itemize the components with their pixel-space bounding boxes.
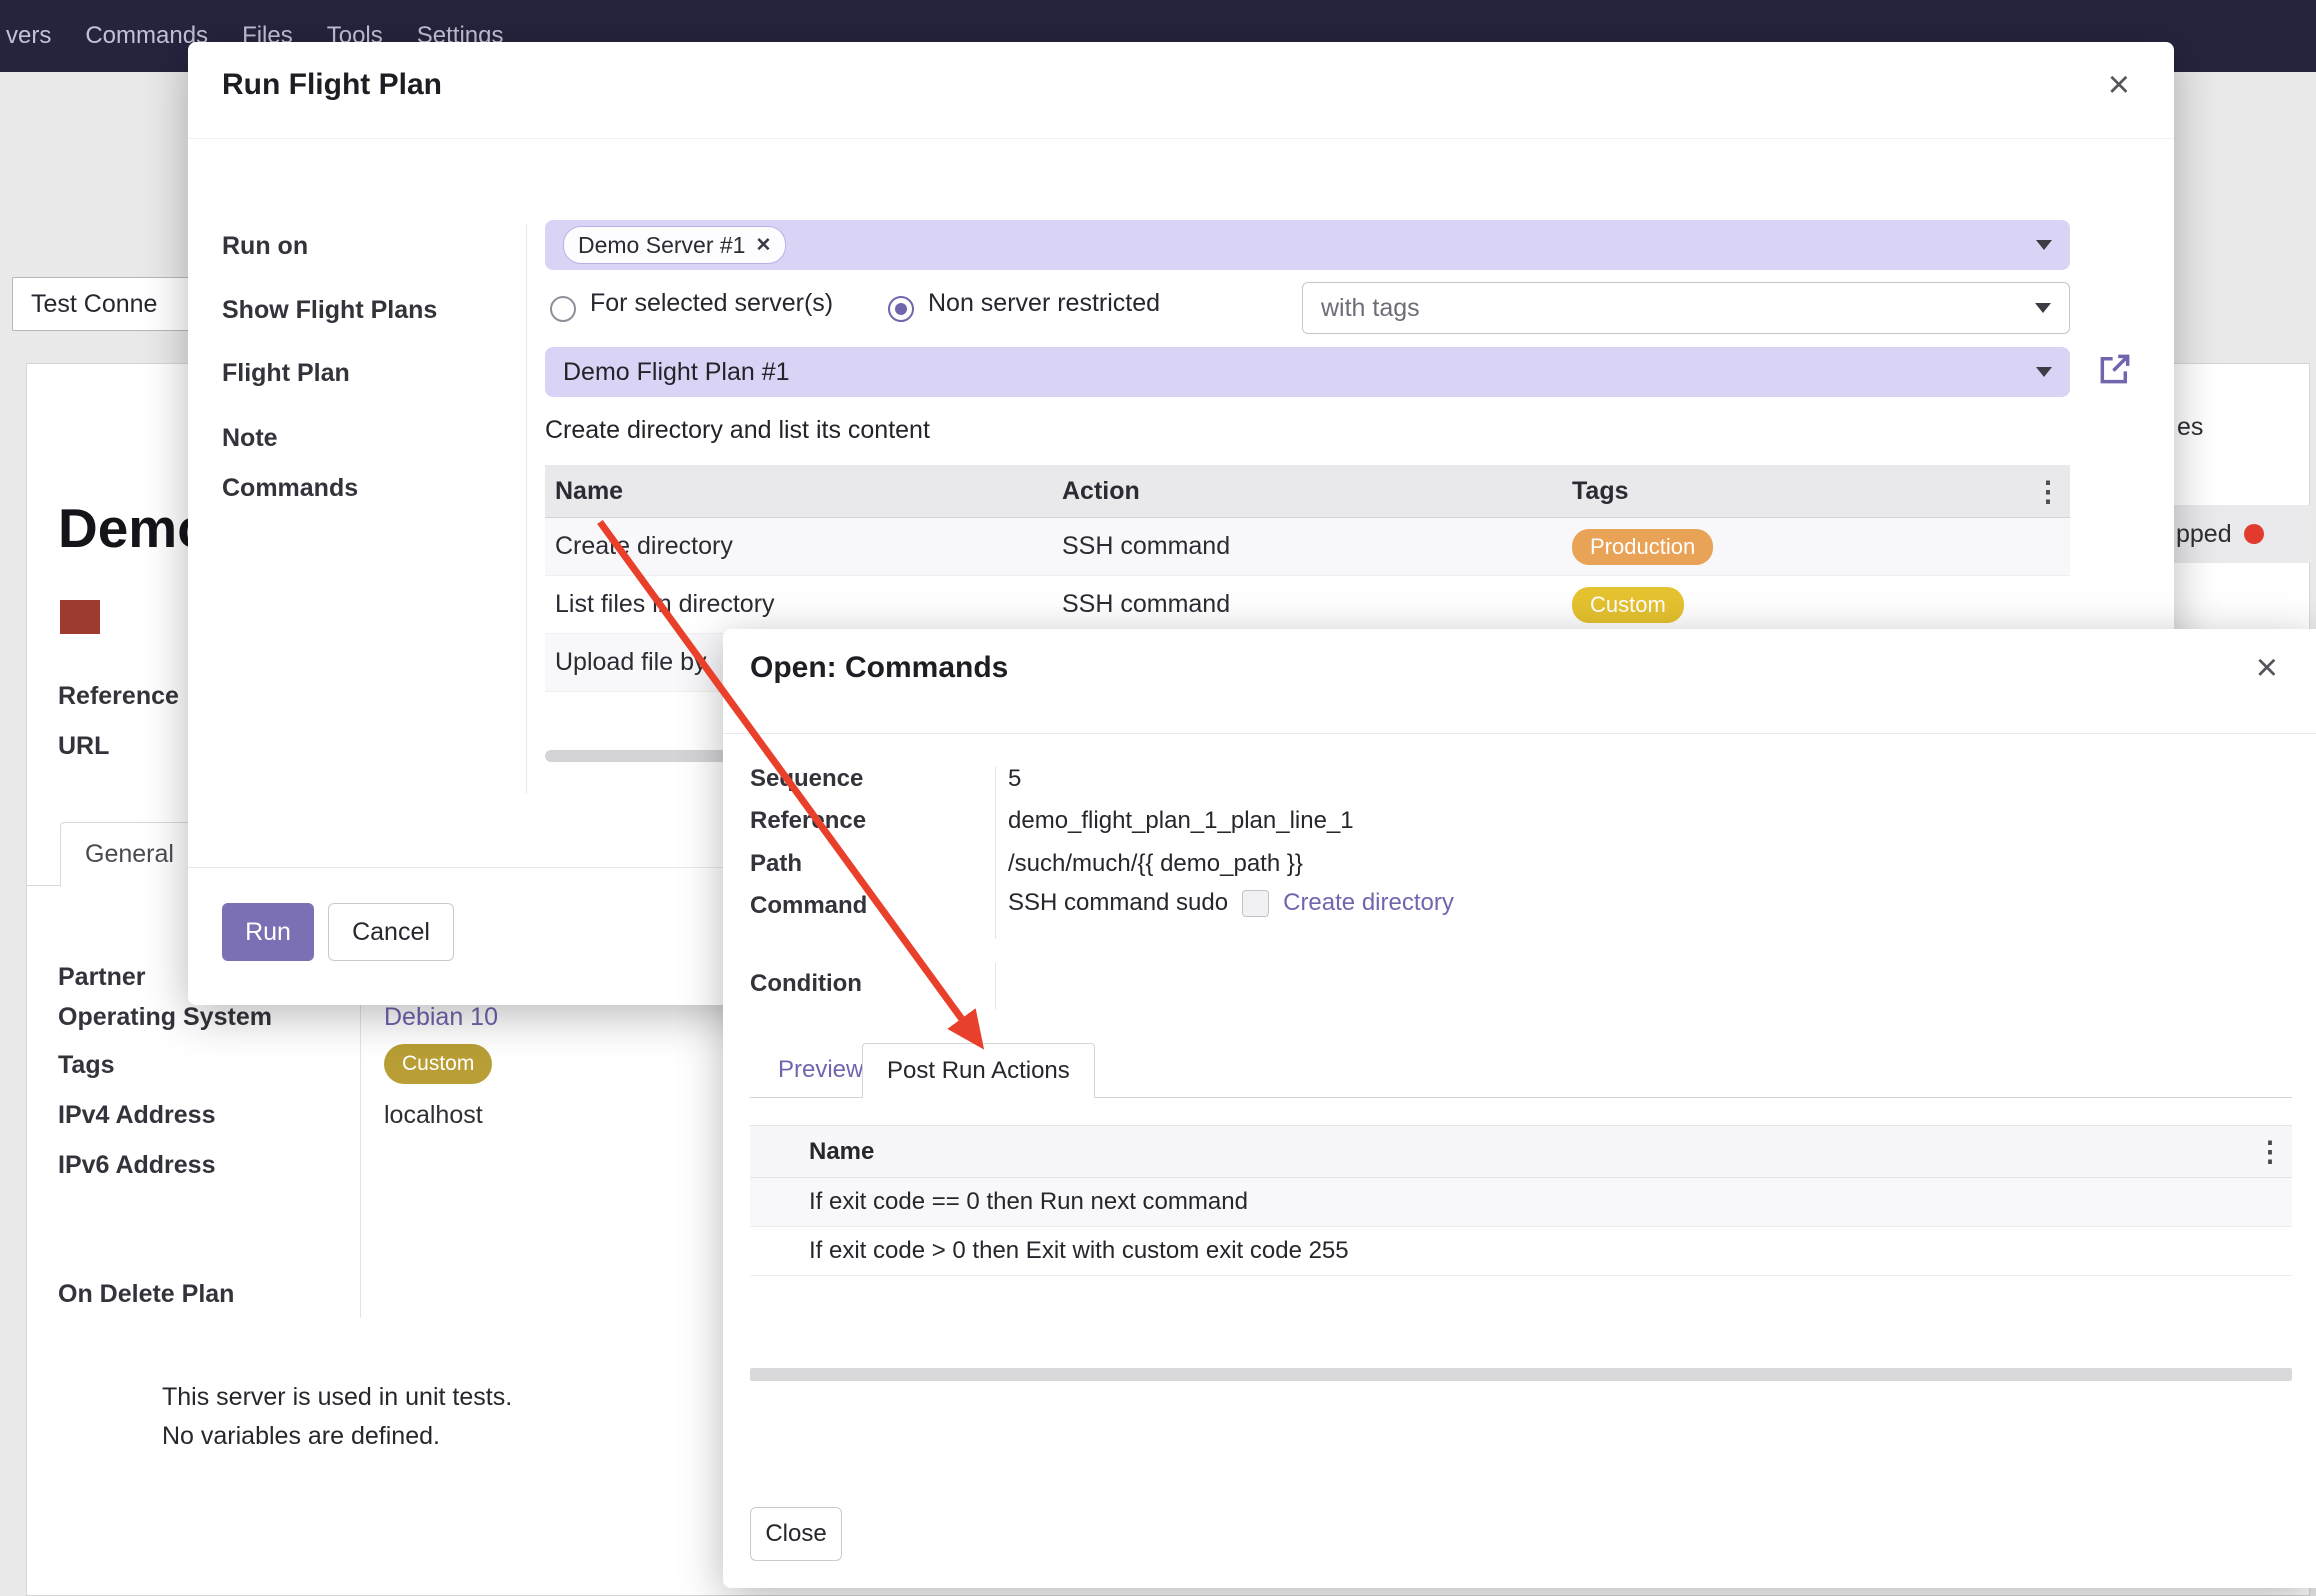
top-right-text-fragment: es bbox=[2177, 413, 2203, 442]
create-directory-link[interactable]: Create directory bbox=[1283, 889, 1454, 917]
cell-name: If exit code > 0 then Exit with custom e… bbox=[809, 1237, 2244, 1265]
close-icon[interactable]: × bbox=[2108, 66, 2130, 104]
run-on-label: Run on bbox=[222, 232, 308, 261]
cell-name: List files in directory bbox=[545, 590, 1062, 619]
tab-preview[interactable]: Preview bbox=[764, 1043, 877, 1097]
chevron-down-icon bbox=[2036, 367, 2052, 377]
radio-for-selected-servers[interactable] bbox=[550, 296, 576, 322]
unit-test-note-line2: No variables are defined. bbox=[162, 1422, 440, 1451]
horizontal-scrollbar[interactable] bbox=[750, 1368, 2292, 1381]
field-divider bbox=[360, 958, 361, 1318]
table-row[interactable]: List files in directory SSH command Cust… bbox=[545, 576, 2070, 634]
unit-test-note-line1: This server is used in unit tests. bbox=[162, 1383, 512, 1412]
sequence-value: 5 bbox=[1008, 765, 1021, 793]
server-status-button[interactable]: pped bbox=[2156, 505, 2312, 563]
status-text-fragment: pped bbox=[2176, 520, 2232, 549]
cell-action: SSH command bbox=[1062, 590, 1572, 619]
radio-non-server-restricted-label[interactable]: Non server restricted bbox=[928, 289, 1160, 318]
chevron-down-icon bbox=[2035, 303, 2051, 313]
reference-label: Reference bbox=[750, 807, 866, 835]
commands-table-header: Name Action Tags ⋮ bbox=[545, 465, 2070, 518]
command-value: SSH command sudo bbox=[1008, 889, 1228, 917]
cell-tags: Custom bbox=[1572, 587, 2022, 623]
ipv4-field-label: IPv4 Address bbox=[58, 1101, 215, 1130]
ipv6-field-label: IPv6 Address bbox=[58, 1151, 215, 1180]
radio-for-selected-servers-label[interactable]: For selected server(s) bbox=[590, 289, 833, 318]
open-commands-modal: Open: Commands × Sequence Reference Path… bbox=[723, 629, 2316, 1588]
chevron-down-icon bbox=[2036, 240, 2052, 250]
sequence-label: Sequence bbox=[750, 765, 863, 793]
column-header-tags[interactable]: Tags bbox=[1572, 477, 2022, 506]
table-row[interactable]: If exit code > 0 then Exit with custom e… bbox=[750, 1227, 2292, 1276]
column-header-name[interactable]: Name bbox=[809, 1138, 2244, 1166]
column-header-name[interactable]: Name bbox=[545, 477, 1062, 506]
server-tag-chip[interactable]: Demo Server #1 ✕ bbox=[563, 226, 786, 264]
on-delete-plan-field-label: On Delete Plan bbox=[58, 1280, 234, 1309]
tags-custom-badge: Custom bbox=[384, 1044, 492, 1084]
cell-tags: Production bbox=[1572, 529, 2022, 565]
run-on-multiselect[interactable]: Demo Server #1 ✕ bbox=[545, 220, 2070, 270]
modal-header-divider bbox=[723, 733, 2316, 734]
flight-plan-select-value: Demo Flight Plan #1 bbox=[563, 358, 790, 387]
modal-title: Open: Commands bbox=[750, 651, 1008, 685]
cancel-button[interactable]: Cancel bbox=[328, 903, 454, 961]
show-flight-plans-label: Show Flight Plans bbox=[222, 296, 437, 325]
modal-title: Run Flight Plan bbox=[222, 68, 442, 102]
flight-plan-label: Flight Plan bbox=[222, 359, 350, 388]
table-row[interactable]: Create directory SSH command Production bbox=[545, 518, 2070, 576]
post-run-actions-table-header: Name ⋮ bbox=[750, 1125, 2292, 1178]
table-row[interactable]: If exit code == 0 then Run next command bbox=[750, 1178, 2292, 1227]
radio-non-server-restricted[interactable] bbox=[888, 296, 914, 322]
command-label: Command bbox=[750, 892, 867, 920]
modal-header-divider bbox=[188, 138, 2174, 139]
operating-system-field-label: Operating System bbox=[58, 1003, 272, 1032]
flight-plan-select[interactable]: Demo Flight Plan #1 bbox=[545, 347, 2070, 397]
tab-general[interactable]: General bbox=[60, 822, 199, 887]
column-header-action[interactable]: Action bbox=[1062, 477, 1572, 506]
close-button[interactable]: Close bbox=[750, 1507, 842, 1561]
tags-field-label: Tags bbox=[58, 1051, 115, 1080]
tab-post-run-actions[interactable]: Post Run Actions bbox=[862, 1043, 1095, 1098]
nav-item-servers[interactable]: vers bbox=[6, 22, 51, 50]
production-badge: Production bbox=[1572, 529, 1713, 565]
screen: vers Commands Files Tools Settings Test … bbox=[0, 0, 2316, 1596]
command-value-row: SSH command sudo Create directory bbox=[1008, 889, 1454, 917]
commands-label: Commands bbox=[222, 474, 358, 503]
external-link-icon[interactable] bbox=[2096, 350, 2134, 388]
partner-field-label: Partner bbox=[58, 963, 146, 992]
label-column-divider bbox=[995, 767, 996, 939]
kebab-menu-icon[interactable]: ⋮ bbox=[2022, 475, 2070, 508]
post-run-actions-table: Name ⋮ If exit code == 0 then Run next c… bbox=[750, 1125, 2292, 1276]
path-value: /such/much/{{ demo_path }} bbox=[1008, 850, 1303, 878]
reference-value: demo_flight_plan_1_plan_line_1 bbox=[1008, 807, 1354, 835]
note-value: Create directory and list its content bbox=[545, 416, 930, 445]
run-button[interactable]: Run bbox=[222, 903, 314, 961]
label-column-divider bbox=[526, 224, 527, 794]
close-icon[interactable]: × bbox=[2256, 649, 2278, 687]
cell-name: If exit code == 0 then Run next command bbox=[809, 1188, 2244, 1216]
condition-label: Condition bbox=[750, 970, 862, 998]
note-label: Note bbox=[222, 424, 278, 453]
url-field-label: URL bbox=[58, 732, 109, 761]
operating-system-value-link[interactable]: Debian 10 bbox=[384, 1003, 498, 1032]
color-swatch[interactable] bbox=[60, 600, 100, 634]
kebab-menu-icon[interactable]: ⋮ bbox=[2244, 1135, 2292, 1168]
reference-field-label: Reference bbox=[58, 682, 179, 711]
cell-action: SSH command bbox=[1062, 532, 1572, 561]
chip-remove-icon[interactable]: ✕ bbox=[755, 234, 771, 257]
with-tags-select[interactable]: with tags bbox=[1302, 282, 2070, 334]
server-tag-chip-label: Demo Server #1 bbox=[578, 232, 745, 259]
cell-name: Create directory bbox=[545, 532, 1062, 561]
status-red-dot-icon bbox=[2244, 524, 2264, 544]
custom-badge: Custom bbox=[1572, 587, 1684, 623]
notebook-tab-bar: Preview Post Run Actions bbox=[750, 1043, 2292, 1098]
ipv4-value: localhost bbox=[384, 1101, 483, 1130]
path-label: Path bbox=[750, 850, 802, 878]
command-checkbox[interactable] bbox=[1242, 890, 1269, 917]
label-column-divider bbox=[995, 963, 996, 1009]
with-tags-select-value: with tags bbox=[1321, 294, 1420, 323]
